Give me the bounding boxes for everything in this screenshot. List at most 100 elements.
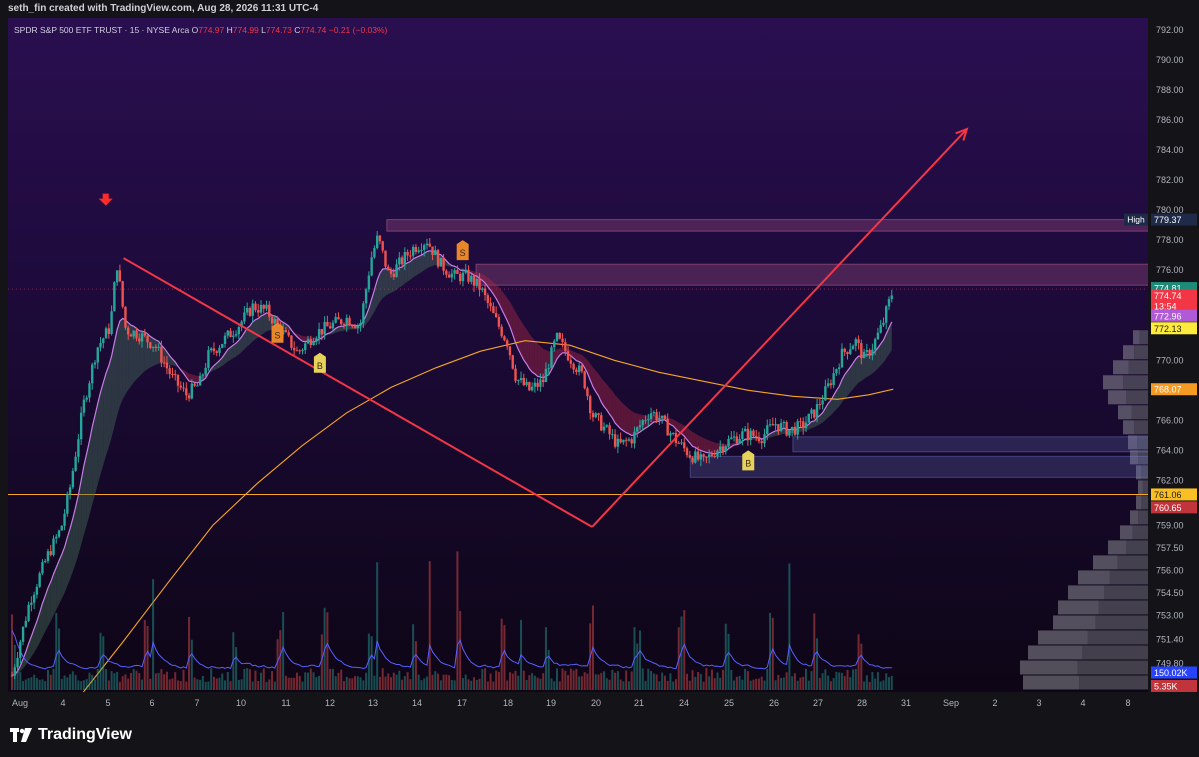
- candle-body: [777, 424, 780, 431]
- candle-body: [885, 306, 888, 323]
- volume-bar: [273, 681, 276, 690]
- volume-bar: [716, 672, 719, 690]
- chart-area[interactable]: S B S B High SPDR S&P 500 ETF TRUST · 15 · N…: [8, 18, 1148, 692]
- candle-body: [403, 251, 407, 265]
- candle-body: [699, 454, 703, 460]
- time-tick-label: Aug: [12, 698, 28, 708]
- tradingview-logo[interactable]: TradingView: [10, 726, 132, 744]
- candle-body: [364, 289, 368, 304]
- ema-ribbon-segment: [628, 408, 632, 436]
- candle-body: [409, 255, 412, 257]
- candle-body: [799, 421, 802, 423]
- volume-bar: [403, 676, 406, 690]
- volume-bar: [766, 668, 769, 690]
- volume-bar: [580, 676, 583, 690]
- volume-bar: [185, 681, 188, 690]
- volume-bars: [11, 551, 893, 690]
- volume-profile-bar: [1113, 360, 1129, 375]
- volume-bar: [439, 680, 442, 690]
- volume-bar: [639, 630, 642, 690]
- volume-bar: [710, 669, 713, 690]
- volume-bar: [307, 672, 310, 690]
- candle-body: [478, 278, 481, 290]
- candle-body: [754, 435, 758, 437]
- candle-body: [721, 446, 725, 452]
- ema-ribbon-segment: [153, 338, 156, 367]
- candle-body: [387, 266, 390, 271]
- volume-bar: [55, 613, 58, 690]
- volume-profile-bar: [1098, 600, 1148, 615]
- price-label-value: 772.13: [1154, 324, 1182, 334]
- volume-bar: [24, 679, 27, 690]
- candle-body: [406, 251, 409, 256]
- candle-body: [710, 454, 714, 456]
- time-tick-label: 28: [857, 698, 867, 708]
- candle-body: [641, 420, 644, 426]
- volume-bar: [791, 676, 794, 690]
- candle-body: [248, 307, 252, 316]
- volume-bar: [329, 668, 332, 690]
- ema-ribbon-segment: [407, 261, 411, 282]
- candle-body: [345, 317, 348, 326]
- volume-bar: [824, 669, 827, 690]
- time-tick-label: 20: [591, 698, 601, 708]
- price-tick-label: 770.00: [1156, 355, 1184, 365]
- volume-profile: [1020, 330, 1148, 690]
- volume-bar: [33, 674, 36, 690]
- candle-body: [600, 415, 603, 431]
- candlestick-chart[interactable]: S B S B High: [8, 18, 1148, 692]
- volume-bar: [301, 681, 304, 690]
- volume-bar: [586, 673, 589, 690]
- candle-body: [779, 423, 783, 431]
- candle-body: [46, 551, 50, 562]
- volume-bar: [262, 668, 265, 690]
- volume-bar: [744, 668, 747, 690]
- candle-body: [68, 487, 72, 494]
- volume-bar: [816, 638, 819, 690]
- candle-body: [555, 332, 559, 341]
- ema-ribbon-segment: [260, 314, 264, 336]
- candle-body: [315, 338, 318, 342]
- candle-body: [732, 436, 736, 438]
- candle-body: [743, 428, 747, 432]
- volume-bar: [373, 675, 376, 690]
- volume-bar: [334, 676, 337, 690]
- volume-bar: [445, 674, 448, 690]
- candle-body: [685, 448, 689, 456]
- volume-bar: [229, 681, 232, 690]
- candle-body: [207, 350, 210, 368]
- volume-bar: [857, 634, 860, 690]
- candle-body: [796, 421, 799, 435]
- candle-body: [384, 250, 387, 267]
- candle-body: [226, 330, 229, 336]
- volume-bar: [279, 630, 282, 690]
- brand-name: TradingView: [38, 726, 132, 743]
- volume-bar: [567, 675, 570, 690]
- price-label-value: 761.06: [1154, 490, 1182, 500]
- candle-body: [304, 343, 307, 350]
- candle-body: [860, 343, 863, 359]
- volume-bar: [16, 670, 19, 690]
- volume-bar: [295, 672, 298, 690]
- candle-body: [185, 388, 188, 396]
- ema-ribbon-segment: [56, 560, 60, 610]
- volume-bar: [235, 647, 238, 690]
- volume-bar: [647, 668, 650, 690]
- time-scale[interactable]: Aug 4 5 6 7 10 11 12 13 14 17 18 19 20 21 24 25 26 27 28 31 S…: [8, 692, 1199, 714]
- volume-bar: [414, 641, 417, 690]
- time-tick-label: 11: [281, 698, 290, 708]
- candle-body: [486, 295, 490, 303]
- volume-profile-bar: [1023, 675, 1080, 690]
- candle-body: [868, 350, 871, 356]
- price-label-value: 772.96: [1154, 311, 1182, 321]
- volume-bar: [49, 674, 52, 690]
- candle-body: [447, 274, 451, 278]
- volume-bar: [782, 677, 785, 690]
- candle-body: [52, 538, 55, 555]
- price-scale[interactable]: 792.00 790.00 788.00 786.00 784.00 782.00 780.…: [1148, 18, 1199, 692]
- volume-profile-bar: [1131, 405, 1148, 420]
- candle-body: [475, 278, 478, 286]
- candle-body: [826, 383, 830, 387]
- volume-bar: [804, 668, 807, 690]
- volume-bar: [110, 671, 113, 690]
